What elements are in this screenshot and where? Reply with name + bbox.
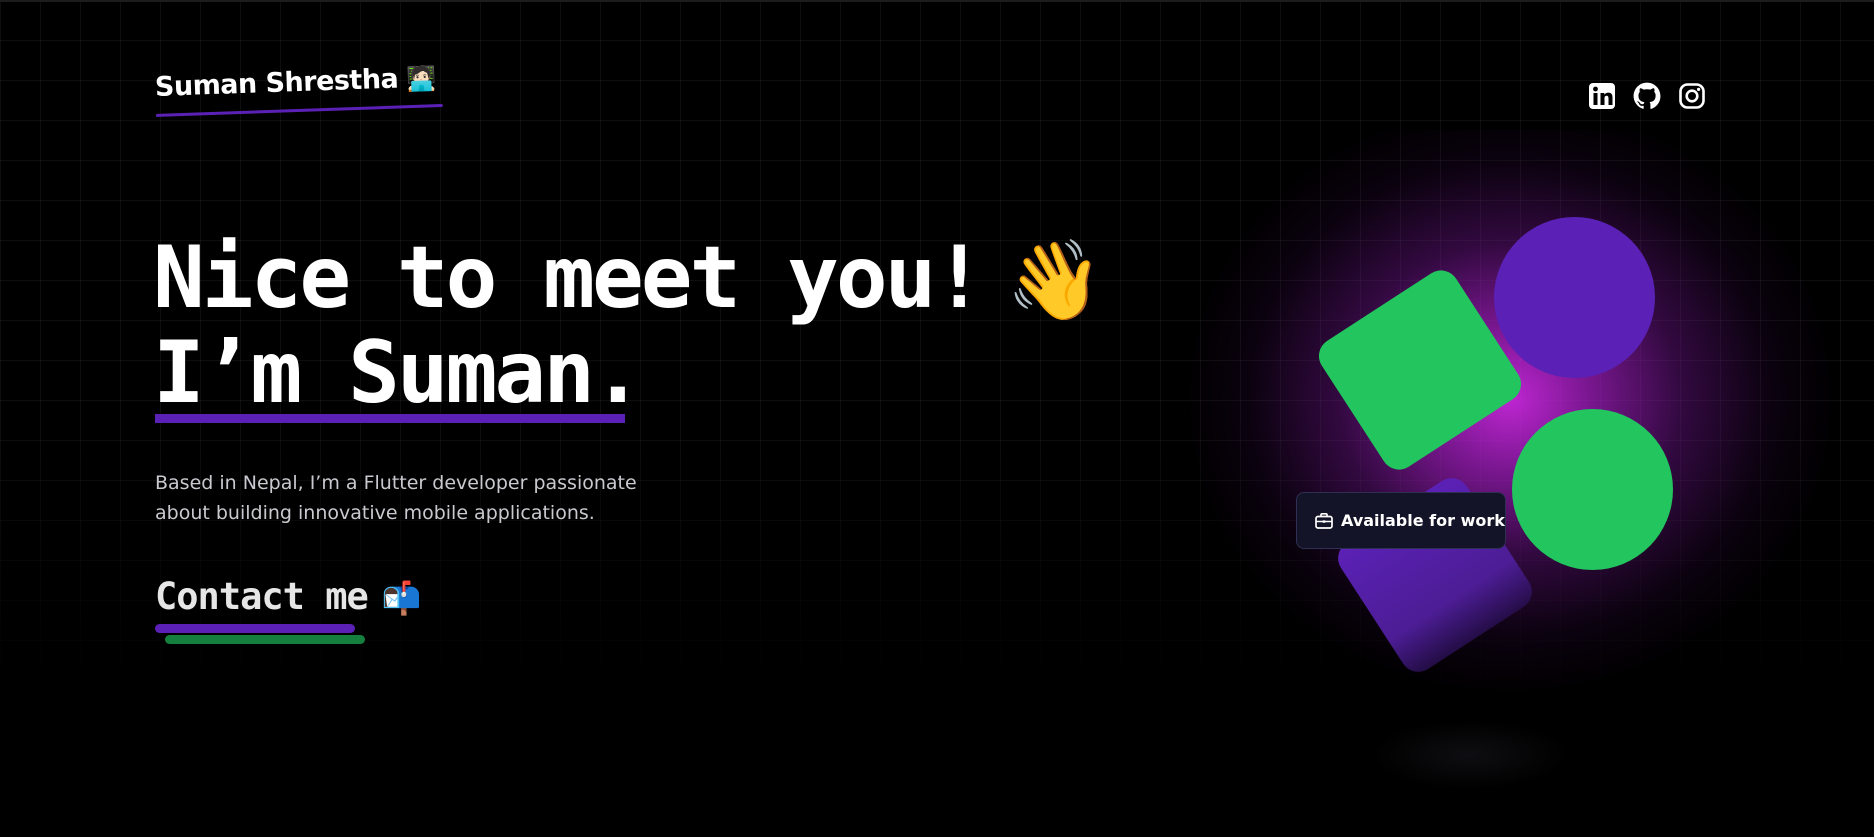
headline-line-1: Nice to meet you! 👋 [153,232,1103,327]
badge-label: Available for work [1341,511,1505,530]
github-icon[interactable] [1633,82,1661,110]
hero-headline: Nice to meet you! 👋 I’m Suman. [153,232,1103,419]
green-circle-shape [1512,409,1673,570]
purple-circle-shape [1494,217,1655,378]
headline-line-2: I’m Suman. [153,323,644,423]
contact-me-link[interactable]: Contact me 📬 [155,575,422,618]
page: Suman Shrestha🧑🏻‍💻 Nice [0,0,1874,837]
top-border [0,0,1874,2]
contact-underline-green [165,635,365,644]
instagram-icon[interactable] [1678,82,1706,110]
contact-underline-purple [155,624,355,633]
availability-badge: Available for work [1296,492,1506,549]
name-underline [155,414,625,423]
bio-text: Based in Nepal, I’m a Flutter developer … [155,472,637,524]
greeting-text: Nice to meet you! [153,228,985,328]
shadow-blob [1370,720,1570,790]
mailbox-emoji: 📬 [381,579,422,617]
waving-hand-emoji: 👋 [1006,236,1104,326]
contact-label: Contact me [155,575,369,618]
linkedin-icon[interactable] [1588,82,1616,110]
briefcase-icon [1315,512,1333,529]
technologist-emoji: 🧑🏻‍💻 [405,64,437,94]
